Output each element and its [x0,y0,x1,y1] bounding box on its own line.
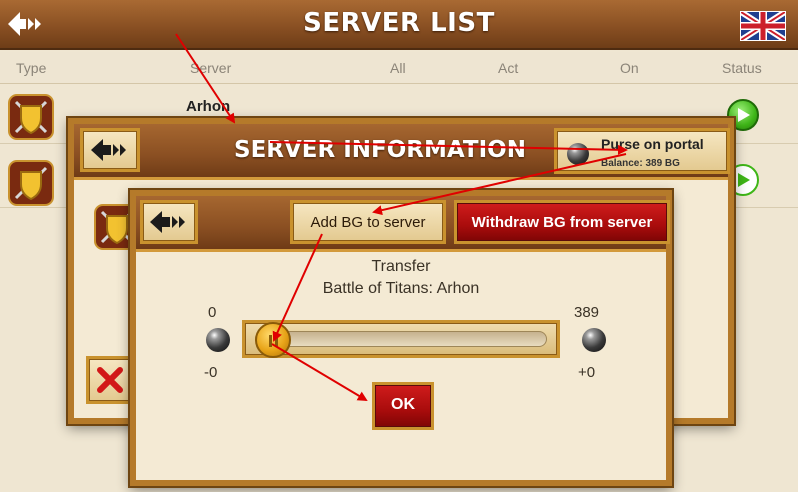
coin-ball-icon [206,328,230,352]
slider-left-delta: -0 [204,364,218,381]
transfer-heading: Transfer [371,258,431,275]
coin-ball-icon [582,328,606,352]
column-all: All [390,60,406,76]
coin-ball-icon [567,143,589,165]
top-bar: SERVER LIST [0,0,798,50]
slider-right-delta: +0 [578,364,596,381]
back-arrow-icon[interactable] [140,200,198,244]
column-act: Act [498,60,519,76]
shield-spear-icon [8,160,54,206]
panel-header: SERVER INFORMATION Purse on portal Balan… [74,124,730,180]
transfer-subheading: Battle of Titans: Arhon [322,280,480,297]
purse-on-portal-button[interactable]: Purse on portal Balance: 389 BG [554,128,730,174]
uk-flag-icon[interactable] [739,9,787,43]
column-server: Server [190,60,232,76]
purse-label: Purse on portal [601,136,704,152]
ok-label: OK [391,396,415,413]
slider-min-label: 0 [208,304,217,321]
column-on: On [620,60,639,76]
tab-add-label: Add BG to server [310,214,426,231]
dialog-header: Add BG to server Withdraw BG from server [136,196,670,252]
column-status: Status [722,60,762,76]
tab-withdraw-label: Withdraw BG from server [471,214,653,231]
server-name: Arhon [186,98,231,115]
page-title: SERVER LIST [303,8,495,38]
ok-button[interactable]: OK [372,382,434,430]
slider-track[interactable] [255,331,547,347]
slider-handle[interactable] [255,322,291,358]
transfer-slider[interactable] [242,320,560,358]
purse-balance: Balance: 389 BG [601,158,680,169]
column-type: Type [16,60,47,76]
back-arrow-icon[interactable] [80,128,140,172]
table-header: Type Server All Act On Status [0,52,798,84]
transfer-dialog: Add BG to server Withdraw BG from server… [128,188,674,488]
slider-max-label: 389 [574,304,600,321]
shield-swords-icon [8,94,54,140]
close-x-icon[interactable] [86,356,134,404]
tab-add-bg-to-server[interactable]: Add BG to server [290,200,446,244]
panel-title: SERVER INFORMATION [234,137,526,163]
tab-withdraw-bg-from-server[interactable]: Withdraw BG from server [454,200,670,244]
